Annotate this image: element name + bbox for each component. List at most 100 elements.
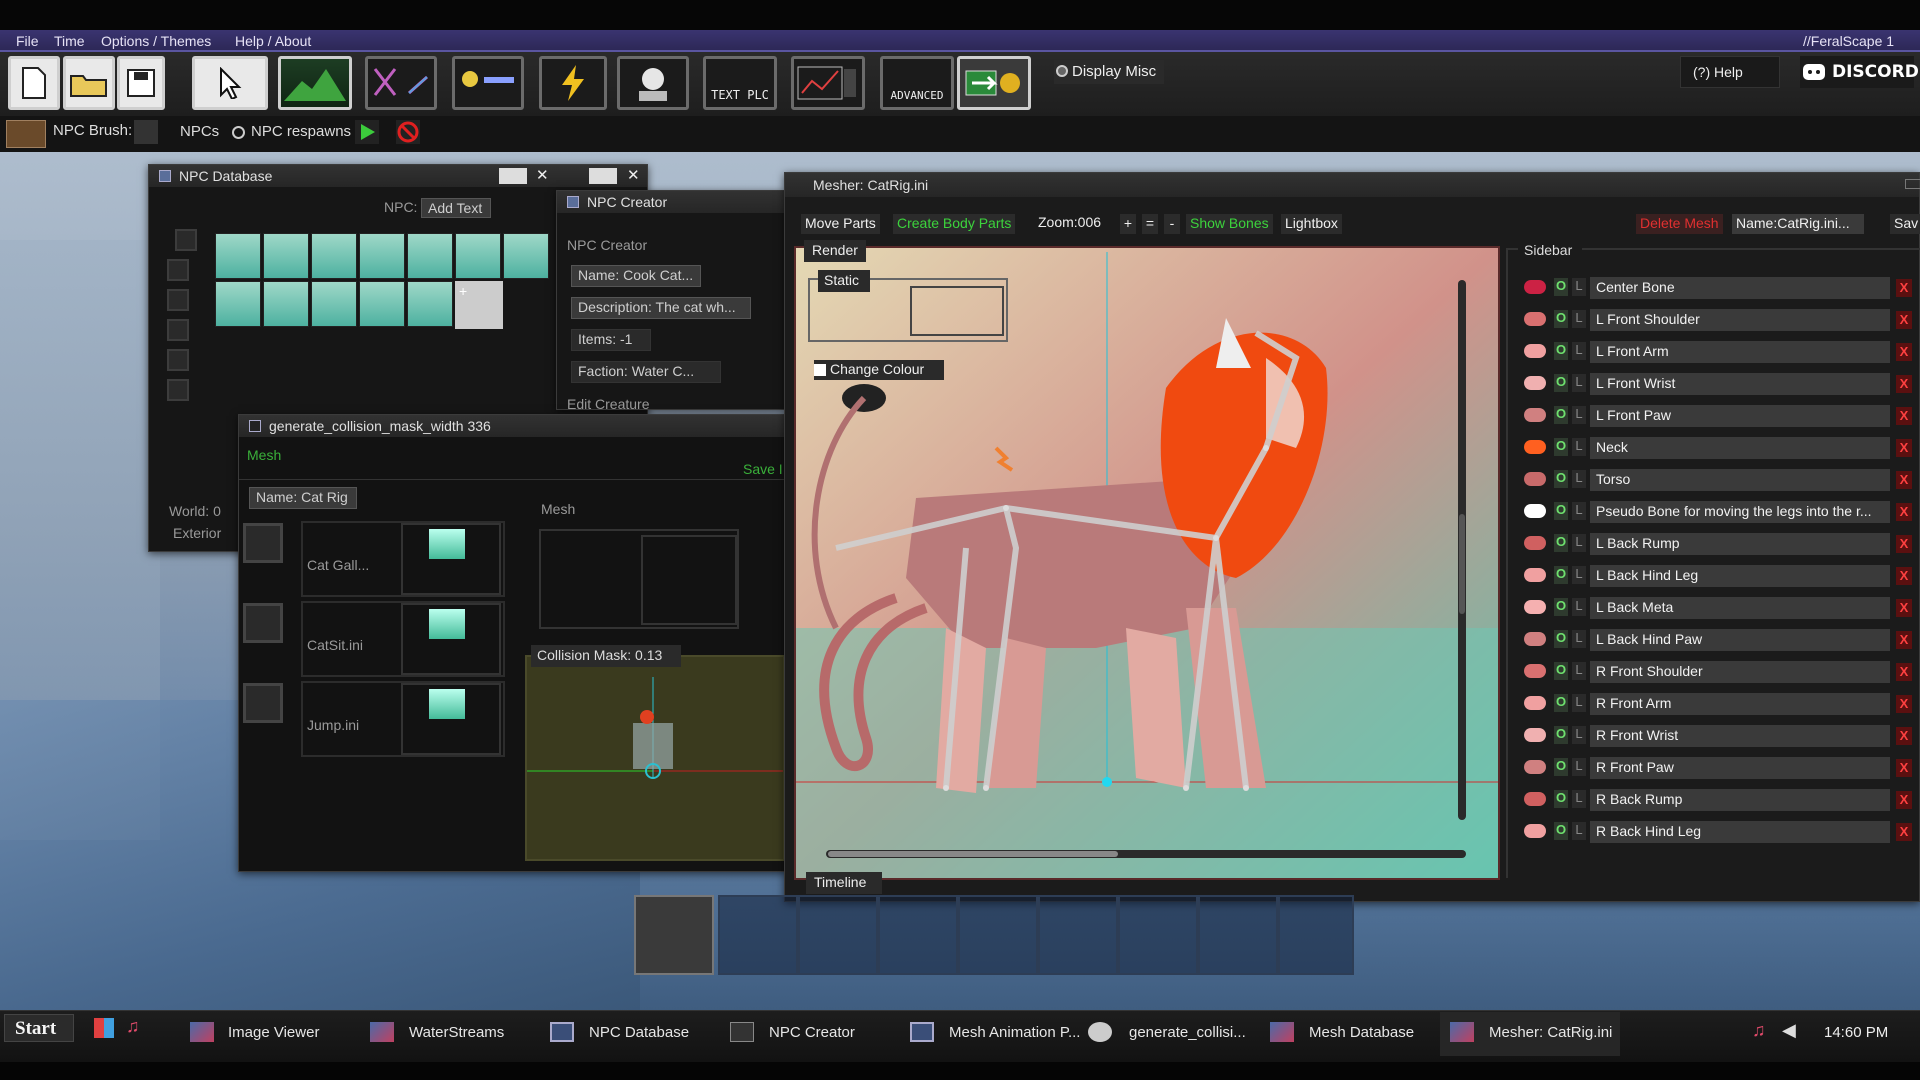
delete-part-button[interactable]: X <box>1896 439 1912 457</box>
close-icon-2[interactable]: ✕ <box>627 166 640 184</box>
lock-toggle[interactable]: L <box>1572 534 1586 552</box>
anim-sit-icon[interactable] <box>243 603 283 643</box>
delete-part-button[interactable]: X <box>1896 471 1912 489</box>
body-part-row[interactable]: OLR Front Shoulder X <box>1520 660 1912 684</box>
body-part-row[interactable]: OLL Front Shoulder X <box>1520 308 1912 332</box>
npc-filter-icon-1[interactable] <box>175 229 197 251</box>
hotbar-slot-selected[interactable] <box>634 895 714 975</box>
hotbar-slot[interactable] <box>878 895 958 975</box>
visibility-toggle[interactable]: O <box>1554 374 1568 392</box>
show-bones-toggle[interactable]: Show Bones <box>1186 214 1273 234</box>
body-part-name[interactable]: R Front Wrist <box>1590 725 1890 747</box>
npc-filter-icon-5[interactable] <box>167 349 189 371</box>
body-part-row[interactable]: OLL Front Arm X <box>1520 340 1912 364</box>
body-part-name[interactable]: L Front Arm <box>1590 341 1890 363</box>
vertical-scrollbar[interactable] <box>1458 280 1466 820</box>
delete-part-button[interactable]: X <box>1896 695 1912 713</box>
npc-items-field[interactable]: Items: -1 <box>571 329 651 351</box>
body-part-row[interactable]: O L Neck X <box>1520 436 1912 460</box>
visibility-toggle[interactable]: O <box>1554 694 1568 712</box>
npc-thumbnail[interactable] <box>263 233 309 279</box>
body-part-row[interactable]: OLR Back Rump X <box>1520 788 1912 812</box>
npc-respawns-radio[interactable] <box>232 126 245 139</box>
collision-mask-titlebar[interactable]: generate_collision_mask_width 336 <box>239 415 787 437</box>
npc-description-field[interactable]: Description: The cat wh... <box>571 297 751 319</box>
advanced-button[interactable]: ADVANCED <box>880 56 954 110</box>
delete-part-button[interactable]: X <box>1896 535 1912 553</box>
menu-file[interactable]: File <box>16 33 39 49</box>
lock-toggle[interactable]: L <box>1572 438 1586 456</box>
npc-tool-button[interactable] <box>617 56 689 110</box>
delete-part-button[interactable]: X <box>1896 663 1912 681</box>
task-mesher[interactable]: Mesher: CatRig.ini <box>1489 1024 1612 1041</box>
npc-creator-titlebar[interactable]: NPC Creator <box>557 191 785 213</box>
move-parts-button[interactable]: Move Parts <box>801 214 880 234</box>
body-part-name[interactable]: R Front Arm <box>1590 693 1890 715</box>
body-part-name[interactable]: L Front Shoulder <box>1590 309 1890 331</box>
hotbar-slot[interactable] <box>1198 895 1278 975</box>
body-part-row[interactable]: OLL Back Rump X <box>1520 532 1912 556</box>
visibility-toggle[interactable]: O <box>1554 438 1568 456</box>
body-part-row[interactable]: OLL Back Meta X <box>1520 596 1912 620</box>
speaker-icon[interactable]: ◀ <box>1782 1020 1796 1041</box>
npc-thumbnail[interactable] <box>359 281 405 327</box>
body-part-row[interactable]: OLR Front Arm X <box>1520 692 1912 716</box>
rig-name-field[interactable]: Name: Cat Rig <box>249 487 357 509</box>
anim-entry[interactable]: Cat Gall... <box>301 521 505 597</box>
zoom-in-button[interactable]: + <box>1120 214 1136 234</box>
start-button[interactable]: Start <box>4 1014 74 1042</box>
discord-button[interactable]: DISCORD <box>1800 56 1919 88</box>
body-part-name[interactable]: Pseudo Bone for moving the legs into the… <box>1590 501 1890 523</box>
graph-tool-button[interactable] <box>791 56 865 110</box>
body-part-row[interactable]: OLR Back Hind Leg X <box>1520 820 1912 844</box>
body-part-name[interactable]: R Back Hind Leg <box>1590 821 1890 843</box>
visibility-toggle[interactable]: O <box>1554 758 1568 776</box>
delete-part-button[interactable]: X <box>1896 759 1912 777</box>
body-part-name[interactable]: R Front Shoulder <box>1590 661 1890 683</box>
lightbox-button[interactable]: Lightbox <box>1281 214 1342 234</box>
body-part-name[interactable]: R Back Rump <box>1590 789 1890 811</box>
mesher-titlebar[interactable]: Mesher: CatRig.ini <box>785 173 1919 197</box>
save-button[interactable] <box>117 56 165 110</box>
body-part-name[interactable]: Neck <box>1590 437 1890 459</box>
edit-creature-label[interactable]: Edit Creature <box>567 396 649 412</box>
menu-help-about[interactable]: Help / About <box>235 33 311 49</box>
delete-part-button[interactable]: X <box>1896 343 1912 361</box>
hotbar-slot[interactable] <box>1038 895 1118 975</box>
horizontal-scroll-thumb[interactable] <box>828 851 1118 857</box>
delete-part-button[interactable]: X <box>1896 823 1912 841</box>
delete-part-button[interactable]: X <box>1896 567 1912 585</box>
visibility-toggle[interactable]: O <box>1554 726 1568 744</box>
lock-toggle[interactable]: L <box>1572 790 1586 808</box>
body-part-row[interactable]: OLL Back Hind Paw X <box>1520 628 1912 652</box>
mesh-name-field[interactable]: Name:CatRig.ini... <box>1732 214 1864 234</box>
npc-thumbnail[interactable] <box>263 281 309 327</box>
save-button[interactable]: Save I <box>743 461 783 477</box>
npc-thumbnail[interactable] <box>311 281 357 327</box>
play-button[interactable] <box>355 120 379 144</box>
mesh-tab[interactable]: Mesh <box>247 447 281 463</box>
hotbar-slot[interactable] <box>1118 895 1198 975</box>
lock-toggle[interactable]: L <box>1572 310 1586 328</box>
visibility-toggle[interactable]: O <box>1554 310 1568 328</box>
task-npc-database[interactable]: NPC Database <box>589 1024 689 1041</box>
body-part-row[interactable]: OLR Front Wrist X <box>1520 724 1912 748</box>
npc-thumbnail[interactable] <box>407 281 453 327</box>
visibility-toggle[interactable]: O <box>1554 406 1568 424</box>
visibility-toggle[interactable]: O <box>1554 598 1568 616</box>
visibility-toggle[interactable]: O <box>1554 630 1568 648</box>
npc-thumbnail[interactable] <box>359 233 405 279</box>
change-colour-checkbox[interactable] <box>814 364 826 376</box>
horizontal-scrollbar[interactable] <box>826 850 1466 858</box>
visibility-toggle[interactable]: O <box>1554 342 1568 360</box>
delete-mesh-button[interactable]: Delete Mesh <box>1636 214 1723 234</box>
close-icon[interactable]: ✕ <box>536 166 549 184</box>
music-tray-icon[interactable]: ♫ <box>1752 1020 1766 1041</box>
create-body-parts-button[interactable]: Create Body Parts <box>893 214 1016 234</box>
anim-entry[interactable]: Jump.ini <box>301 681 505 757</box>
zoom-out-button[interactable]: - <box>1164 214 1180 234</box>
delete-part-button[interactable]: X <box>1896 727 1912 745</box>
lock-toggle[interactable]: L <box>1572 342 1586 360</box>
body-part-row[interactable]: OLR Front Paw X <box>1520 756 1912 780</box>
lock-toggle[interactable]: L <box>1572 566 1586 584</box>
